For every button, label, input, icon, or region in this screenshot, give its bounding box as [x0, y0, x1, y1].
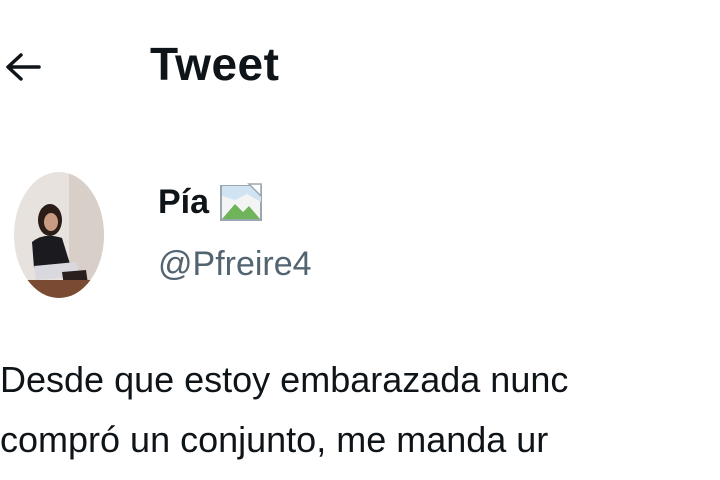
broken-image-icon [220, 183, 263, 221]
display-name-row: Pía [158, 180, 263, 224]
display-name[interactable]: Pía [158, 180, 209, 224]
top-bar: Tweet [0, 0, 720, 130]
tweet-author: Pía @Pfreire4 [0, 160, 720, 310]
tweet-body: Desde que estoy embarazada nunc compró u… [0, 350, 720, 480]
tweet-text-line: Desde que estoy embarazada nunc [0, 359, 569, 400]
username-handle[interactable]: @Pfreire4 [158, 242, 312, 286]
tweet-text-line: compró un conjunto, me manda ur [0, 419, 549, 460]
back-button[interactable] [2, 46, 44, 88]
page-title: Tweet [150, 38, 280, 90]
arrow-left-icon [6, 53, 41, 81]
user-avatar-photo [14, 172, 104, 298]
avatar[interactable] [14, 172, 104, 298]
